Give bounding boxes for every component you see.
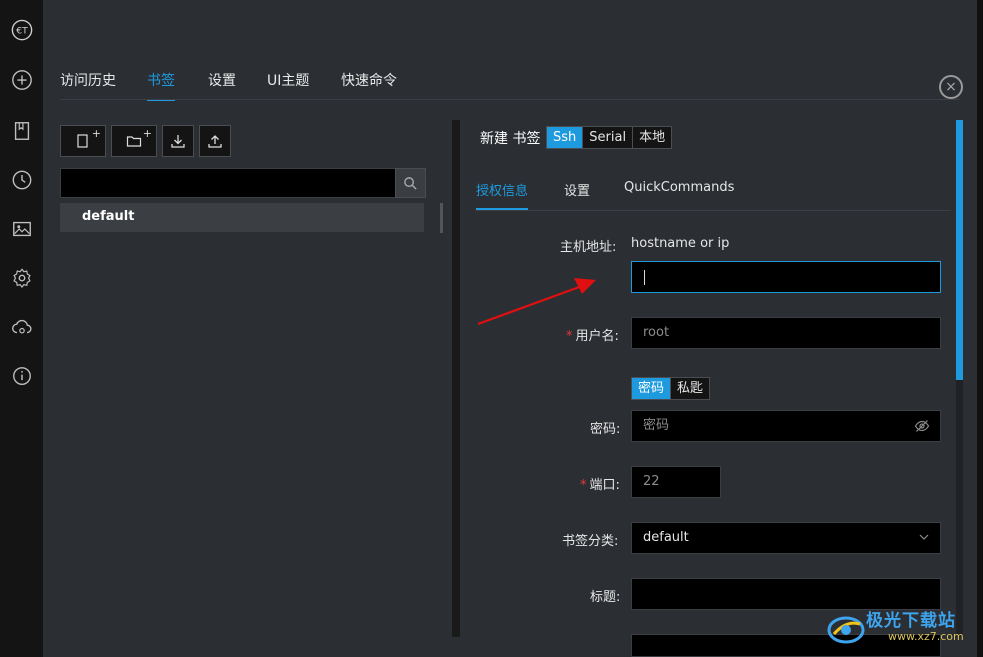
host-label: 主机地址: — [560, 240, 617, 255]
title-label: 标题: — [590, 590, 621, 605]
connection-type-selector: Ssh Serial 本地 — [546, 126, 673, 149]
folder-icon — [126, 136, 142, 147]
password-placeholder: 密码 — [643, 418, 670, 433]
annotation-arrow-icon — [477, 278, 596, 326]
subtab-quick-commands[interactable]: QuickCommands — [624, 180, 734, 195]
app-window: €T 访问历史 书签 设置 UI主题 快速命令 × + + default 新建… — [0, 0, 983, 657]
auth-private-key[interactable]: 私匙 — [671, 378, 710, 399]
new-folder-button[interactable]: + — [111, 125, 157, 157]
type-local[interactable]: 本地 — [633, 127, 672, 148]
required-mark: * — [580, 478, 587, 493]
cloud-sync-icon[interactable] — [10, 315, 34, 339]
tab-ui-theme[interactable]: UI主题 — [267, 70, 309, 90]
password-input[interactable]: 密码 — [631, 410, 941, 442]
plus-icon: + — [142, 127, 152, 140]
category-label: 书签分类: — [562, 534, 619, 549]
bookmark-group-default[interactable]: default — [60, 203, 424, 232]
add-icon[interactable] — [10, 68, 34, 92]
username-input[interactable]: root — [631, 317, 941, 349]
auth-type-selector: 密码 私匙 — [631, 377, 711, 400]
bookmark-search-input[interactable] — [60, 168, 396, 198]
category-select[interactable]: default — [631, 522, 941, 554]
type-serial[interactable]: Serial — [583, 127, 634, 148]
eye-hidden-icon[interactable] — [914, 418, 930, 434]
subtab-settings[interactable]: 设置 — [564, 180, 590, 199]
app-logo-icon[interactable]: €T — [10, 18, 34, 42]
category-value: default — [643, 530, 689, 545]
password-label: 密码: — [590, 422, 621, 437]
import-button[interactable] — [162, 125, 194, 157]
new-bookmark-icon — [77, 134, 88, 148]
tab-bookmarks[interactable]: 书签 — [147, 70, 175, 101]
tab-quick-commands[interactable]: 快速命令 — [341, 70, 397, 90]
history-icon[interactable] — [10, 168, 34, 192]
search-icon — [404, 176, 417, 190]
form-scrollbar-track[interactable] — [956, 380, 963, 637]
gear-icon[interactable] — [10, 266, 34, 290]
download-icon — [171, 135, 185, 148]
upload-icon — [208, 135, 222, 148]
watermark-text: 极光下载站 — [866, 611, 956, 631]
form-title: 新建 书签 — [480, 131, 541, 147]
tab-settings[interactable]: 设置 — [208, 70, 236, 90]
panel-divider[interactable] — [452, 120, 460, 637]
image-icon[interactable] — [10, 217, 34, 241]
host-hint: hostname or ip — [631, 236, 730, 251]
plus-icon: + — [91, 127, 101, 140]
port-input[interactable]: 22 — [631, 466, 721, 498]
text-caret — [644, 270, 645, 285]
subtab-auth-info[interactable]: 授权信息 — [476, 180, 529, 210]
chevron-down-icon — [919, 534, 929, 540]
type-ssh[interactable]: Ssh — [547, 127, 584, 148]
host-input[interactable] — [631, 261, 941, 293]
export-button[interactable] — [199, 125, 231, 157]
new-bookmark-button[interactable]: + — [60, 125, 106, 157]
port-label: * 端口: — [580, 478, 620, 493]
tab-history[interactable]: 访问历史 — [60, 70, 116, 90]
search-button[interactable] — [395, 168, 426, 198]
auth-password[interactable]: 密码 — [632, 378, 672, 399]
close-icon[interactable]: × — [939, 75, 963, 99]
bookmark-icon[interactable] — [10, 119, 34, 143]
tabs-divider — [60, 99, 960, 100]
left-scrollbar[interactable] — [440, 203, 443, 233]
info-icon[interactable] — [10, 364, 34, 388]
svg-text:€T: €T — [16, 26, 28, 37]
watermark-url: www.xz7.com — [888, 630, 964, 643]
subtabs-divider — [475, 210, 951, 211]
form-scrollbar-thumb[interactable] — [956, 120, 963, 380]
icon-rail: €T — [0, 0, 43, 657]
main-tabs: 访问历史 书签 设置 UI主题 快速命令 — [60, 62, 983, 102]
